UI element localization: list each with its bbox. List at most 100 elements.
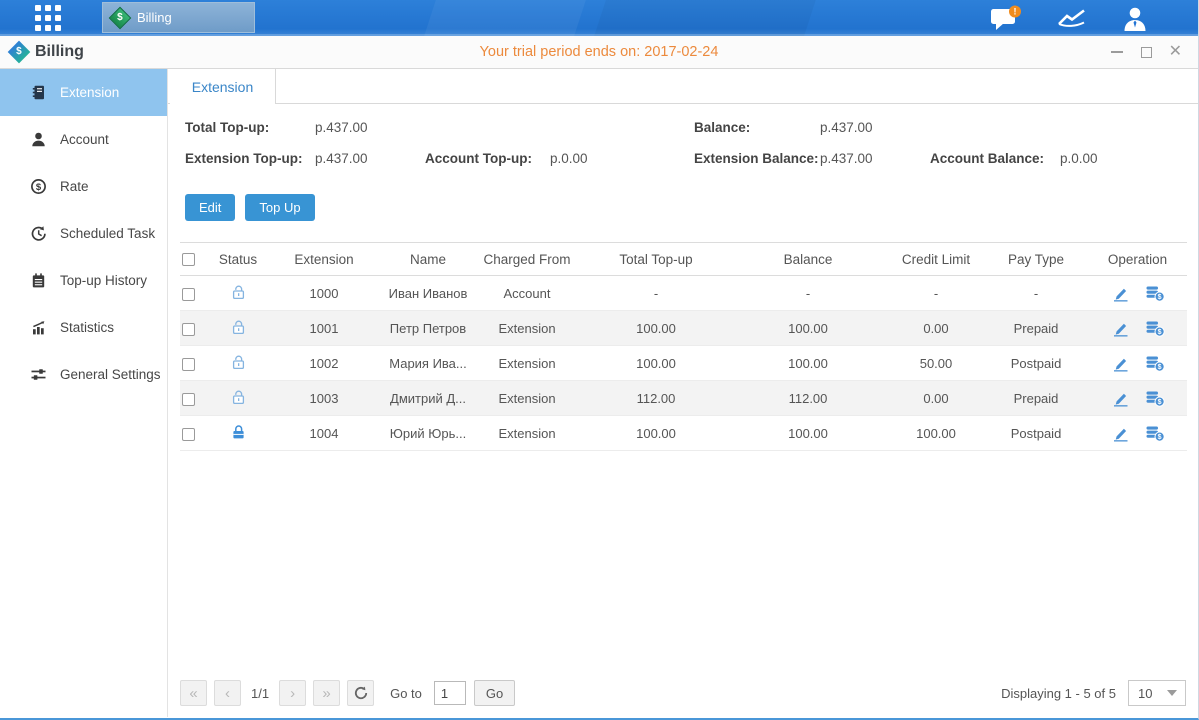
sidebar: Extension Account $ Rate bbox=[0, 69, 168, 717]
row-checkbox[interactable] bbox=[182, 323, 195, 336]
table-row[interactable]: 1003 Дмитрий Д... Extension 112.00 112.0… bbox=[180, 381, 1187, 416]
sidebar-item-rate[interactable]: $ Rate bbox=[0, 163, 167, 210]
topup-icon[interactable]: $ bbox=[1145, 320, 1165, 337]
summary-panel: Total Top-up: p.437.00 Balance: p.437.00… bbox=[168, 104, 1198, 174]
page-size-select[interactable]: 10 bbox=[1128, 680, 1186, 706]
window-title: Billing bbox=[35, 43, 84, 61]
sidebar-item-account[interactable]: Account bbox=[0, 116, 167, 163]
trial-notice: Your trial period ends on: 2017-02-24 bbox=[0, 44, 1198, 60]
top-up-button[interactable]: Top Up bbox=[245, 194, 314, 221]
sidebar-item-label: Extension bbox=[60, 85, 119, 100]
table-row[interactable]: 1001 Петр Петров Extension 100.00 100.00… bbox=[180, 311, 1187, 346]
goto-page-input[interactable] bbox=[434, 681, 466, 705]
account-balance-value: p.0.00 bbox=[1060, 151, 1170, 166]
sidebar-item-scheduled-task[interactable]: Scheduled Task bbox=[0, 210, 167, 257]
pay-type: Postpaid bbox=[984, 426, 1088, 441]
edit-icon[interactable] bbox=[1111, 355, 1130, 372]
displaying-text: Displaying 1 - 5 of 5 bbox=[1001, 686, 1116, 701]
close-icon[interactable]: ✕ bbox=[1169, 44, 1182, 60]
first-page-button[interactable]: « bbox=[180, 680, 207, 706]
page-size-value: 10 bbox=[1129, 686, 1152, 701]
credit-limit: 50.00 bbox=[888, 356, 984, 371]
sidebar-item-label: Statistics bbox=[60, 320, 114, 335]
svg-text:$: $ bbox=[1157, 294, 1161, 301]
lock-status-icon bbox=[230, 318, 247, 336]
page-indicator: 1/1 bbox=[251, 686, 269, 701]
topup-icon[interactable]: $ bbox=[1145, 425, 1165, 442]
select-all-checkbox[interactable] bbox=[182, 253, 195, 266]
table-row[interactable]: 1000 Иван Иванов Account - - - - $ bbox=[180, 276, 1187, 311]
edit-icon[interactable] bbox=[1111, 390, 1130, 407]
column-header-balance: Balance bbox=[728, 252, 888, 267]
user-icon[interactable] bbox=[1122, 6, 1148, 31]
last-page-button[interactable]: » bbox=[313, 680, 340, 706]
refresh-icon[interactable] bbox=[347, 680, 374, 706]
total-topup: - bbox=[584, 286, 728, 301]
svg-text:!: ! bbox=[1014, 6, 1017, 16]
row-checkbox[interactable] bbox=[182, 393, 195, 406]
svg-text:$: $ bbox=[1157, 399, 1161, 406]
topup-icon[interactable]: $ bbox=[1145, 355, 1165, 372]
table-row[interactable]: 1004 Юрий Юрь... Extension 100.00 100.00… bbox=[180, 416, 1187, 451]
minimize-icon[interactable] bbox=[1110, 45, 1124, 59]
topbar-decoration bbox=[594, 0, 816, 36]
charged-from: Extension bbox=[470, 391, 584, 406]
sidebar-item-topup-history[interactable]: Top-up History bbox=[0, 257, 167, 304]
column-header-operation: Operation bbox=[1088, 252, 1187, 267]
maximize-icon[interactable] bbox=[1141, 47, 1152, 58]
column-header-total-topup: Total Top-up bbox=[584, 252, 728, 267]
total-topup-value: p.437.00 bbox=[315, 120, 425, 135]
row-checkbox[interactable] bbox=[182, 288, 195, 301]
edit-icon[interactable] bbox=[1111, 425, 1130, 442]
sidebar-item-statistics[interactable]: Statistics bbox=[0, 304, 167, 351]
sidebar-item-label: General Settings bbox=[60, 367, 161, 382]
extension-number: 1001 bbox=[262, 321, 386, 336]
window-title-bar: $ Billing Your trial period ends on: 201… bbox=[0, 36, 1198, 69]
table-row[interactable]: 1002 Мария Ива... Extension 100.00 100.0… bbox=[180, 346, 1187, 381]
balance: 100.00 bbox=[728, 426, 888, 441]
billing-diamond-icon: $ bbox=[109, 6, 132, 29]
total-topup: 100.00 bbox=[584, 321, 728, 336]
extension-name: Мария Ива... bbox=[386, 356, 470, 371]
svg-text:$: $ bbox=[36, 182, 42, 193]
sidebar-item-general-settings[interactable]: General Settings bbox=[0, 351, 167, 398]
total-topup: 100.00 bbox=[584, 356, 728, 371]
topup-icon[interactable]: $ bbox=[1145, 390, 1165, 407]
account-topup-label: Account Top-up: bbox=[425, 151, 550, 166]
total-topup: 100.00 bbox=[584, 426, 728, 441]
taskbar-tab-label: Billing bbox=[137, 10, 172, 25]
prev-page-button[interactable]: ‹ bbox=[214, 680, 241, 706]
credit-limit: 100.00 bbox=[888, 426, 984, 441]
lock-status-icon bbox=[230, 353, 247, 371]
column-header-pay-type: Pay Type bbox=[984, 252, 1088, 267]
sidebar-item-extension[interactable]: Extension bbox=[0, 69, 167, 116]
tab-strip: Extension bbox=[168, 69, 1198, 104]
balance: - bbox=[728, 286, 888, 301]
go-button[interactable]: Go bbox=[474, 680, 515, 706]
pagination-bar: « ‹ 1/1 › » Go to Go Displaying 1 - 5 of… bbox=[168, 671, 1198, 715]
app-grid-icon[interactable] bbox=[35, 5, 61, 31]
messages-icon[interactable]: ! bbox=[990, 5, 1024, 32]
tab-extension[interactable]: Extension bbox=[170, 69, 276, 104]
row-checkbox[interactable] bbox=[182, 358, 195, 371]
charged-from: Extension bbox=[470, 356, 584, 371]
extension-number: 1000 bbox=[262, 286, 386, 301]
extension-balance-value: p.437.00 bbox=[820, 151, 930, 166]
account-icon bbox=[30, 131, 47, 148]
edit-button[interactable]: Edit bbox=[185, 194, 235, 221]
topbar-decoration bbox=[424, 0, 586, 36]
total-topup: 112.00 bbox=[584, 391, 728, 406]
edit-icon[interactable] bbox=[1111, 320, 1130, 337]
billing-app-window: $ Billing ! bbox=[0, 0, 1199, 720]
next-page-button[interactable]: › bbox=[279, 680, 306, 706]
row-checkbox[interactable] bbox=[182, 428, 195, 441]
extension-number: 1003 bbox=[262, 391, 386, 406]
extensions-table: Status Extension Name Charged From Total… bbox=[180, 242, 1187, 451]
edit-icon[interactable] bbox=[1111, 285, 1130, 302]
extension-name: Юрий Юрь... bbox=[386, 426, 470, 441]
topup-icon[interactable]: $ bbox=[1145, 285, 1165, 302]
taskbar-tab-billing[interactable]: $ Billing bbox=[102, 2, 255, 33]
svg-text:$: $ bbox=[1157, 364, 1161, 371]
chart-icon[interactable] bbox=[1056, 6, 1090, 30]
general-settings-icon bbox=[30, 366, 47, 383]
